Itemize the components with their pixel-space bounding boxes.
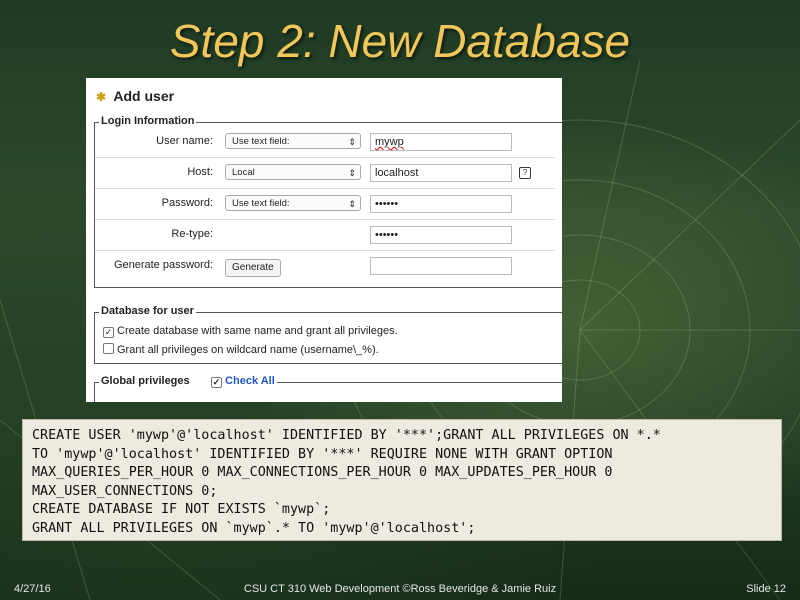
- username-input[interactable]: mywp: [370, 133, 512, 151]
- database-for-user-legend: Database for user: [99, 305, 196, 317]
- sql-line: CREATE DATABASE IF NOT EXISTS `mywp`;: [32, 502, 331, 518]
- password-input[interactable]: ••••••: [370, 195, 512, 213]
- global-privileges-fieldset: Global privileges ✓ Check All: [94, 375, 562, 402]
- generated-password-input[interactable]: [370, 257, 512, 275]
- host-input[interactable]: localhost: [370, 164, 512, 182]
- host-label: Host:: [187, 166, 213, 178]
- login-information-legend: Login Information: [99, 115, 197, 127]
- form-row-retype: Re-type: ••••••: [95, 220, 555, 251]
- footer-slide-number: Slide 12: [746, 583, 786, 595]
- sql-line: CREATE USER 'mywp'@'localhost' IDENTIFIE…: [32, 428, 661, 443]
- create-database-option[interactable]: ✓ Create database with same name and gran…: [103, 325, 398, 338]
- select-arrows-icon: ⇕: [348, 199, 356, 209]
- sql-line: MAX_QUERIES_PER_HOUR 0 MAX_CONNECTIONS_P…: [32, 465, 613, 481]
- footer-credits: CSU CT 310 Web Development ©Ross Beverid…: [243, 583, 557, 595]
- host-type-value: Local: [232, 167, 255, 178]
- checkbox-unchecked[interactable]: [103, 343, 114, 354]
- select-arrows-icon: ⇕: [348, 137, 356, 147]
- login-information-fieldset: Login Information User name: Use text fi…: [94, 115, 562, 288]
- select-arrows-icon: ⇕: [348, 168, 356, 178]
- sql-query-box: CREATE USER 'mywp'@'localhost' IDENTIFIE…: [22, 419, 782, 541]
- retype-password-input[interactable]: ••••••: [370, 226, 512, 244]
- form-row-password: Password: Use text field: ⇕ ••••••: [95, 189, 555, 220]
- username-type-value: Use text field:: [232, 136, 290, 147]
- panel-header-label: Add user: [113, 88, 175, 104]
- password-type-select[interactable]: Use text field: ⇕: [225, 195, 361, 211]
- panel-header: ✱ Add user: [96, 88, 174, 104]
- wildcard-privileges-option[interactable]: Grant all privileges on wildcard name (u…: [103, 343, 379, 356]
- slide-title: Step 2: New Database: [169, 15, 631, 67]
- checkbox-checked[interactable]: ✓: [103, 327, 114, 338]
- global-privileges-label: Global privileges: [101, 375, 190, 387]
- wildcard-privileges-label: Grant all privileges on wildcard name (u…: [117, 344, 379, 356]
- check-all-link[interactable]: Check All: [225, 375, 275, 387]
- create-database-label: Create database with same name and grant…: [117, 325, 398, 337]
- password-label: Password:: [161, 197, 213, 209]
- sql-line: MAX_USER_CONNECTIONS 0;: [32, 483, 218, 499]
- retype-label: Re-type:: [171, 228, 213, 240]
- host-type-select[interactable]: Local ⇕: [225, 164, 361, 180]
- form-row-generate: Generate password: Generate: [95, 251, 555, 281]
- sql-line: TO 'mywp'@'localhost' IDENTIFIED BY '***…: [32, 446, 613, 462]
- sql-line: GRANT ALL PRIVILEGES ON `mywp`.* TO 'myw…: [32, 520, 476, 536]
- username-label: User name:: [156, 135, 213, 147]
- check-all-checkbox[interactable]: ✓: [211, 377, 223, 388]
- form-row-host: Host: Local ⇕ localhost ?: [95, 158, 555, 189]
- generate-password-label: Generate password:: [113, 259, 213, 271]
- password-type-value: Use text field:: [232, 198, 290, 209]
- generate-button[interactable]: Generate: [225, 259, 281, 277]
- add-user-icon: ✱: [96, 90, 107, 104]
- database-for-user-fieldset: Database for user ✓ Create database with …: [94, 305, 562, 364]
- global-privileges-legend: Global privileges ✓ Check All: [99, 375, 277, 388]
- form-row-username: User name: Use text field: ⇕ mywp: [95, 127, 555, 158]
- help-icon[interactable]: ?: [519, 167, 531, 179]
- username-type-select[interactable]: Use text field: ⇕: [225, 133, 361, 149]
- add-user-panel: ✱ Add user Login Information User name: …: [86, 78, 562, 402]
